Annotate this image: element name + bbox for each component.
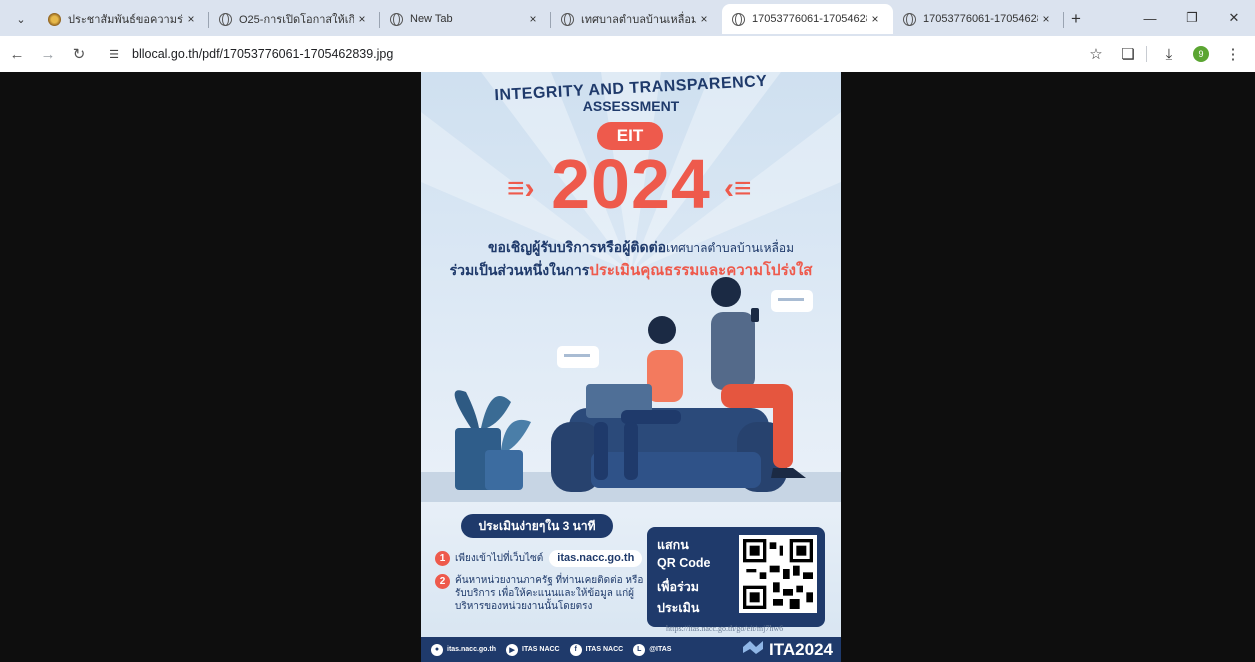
website-pill: itas.nacc.go.th xyxy=(549,550,643,567)
tab-4[interactable]: เทศบาลตำบลบ้านเหลื่อม × xyxy=(551,4,722,34)
youtube-icon: ▶ xyxy=(506,643,519,656)
back-arrow-icon: ← xyxy=(9,45,25,63)
steps-heading: ประเมินง่ายๆใน 3 นาที xyxy=(461,514,613,538)
tab-list: ประชาสัมพันธ์ขอความร่วมมือ × O25-การเปิด… xyxy=(38,4,1088,36)
ita-brand: ITA2024 xyxy=(742,639,833,660)
downloads-button[interactable]: ⤓ xyxy=(1155,40,1183,68)
globe-favicon-icon xyxy=(219,12,232,26)
back-button[interactable]: ← xyxy=(3,40,31,68)
tab-title: เทศบาลตำบลบ้านเหลื่อม xyxy=(581,14,696,26)
step-1: 1 เพียงเข้าไปที่เว็บไซต์ itas.nacc.go.th xyxy=(435,550,643,567)
invite-text: ขอเชิญผู้รับบริการหรือผู้ติดต่อ xyxy=(487,239,667,255)
qr-code-icon xyxy=(739,535,817,613)
forward-button[interactable]: → xyxy=(34,40,62,68)
poster-footer: ● itas.nacc.go.th ▶ ITAS NACC f ITAS NAC… xyxy=(421,637,841,662)
step-text: ค้นหาหน่วยงานภาครัฐ ที่ท่านเคยติดต่อ หรื… xyxy=(455,575,644,612)
minimize-button[interactable]: — xyxy=(1129,0,1171,36)
qr-label-line: เพื่อร่วม xyxy=(657,580,699,594)
tab-title: 17053776061-1705462839 xyxy=(923,13,1038,25)
poster-title-line2: ASSESSMENT xyxy=(582,98,680,114)
reload-button[interactable]: ↻ xyxy=(65,40,93,68)
minimize-icon: — xyxy=(1143,10,1157,26)
new-tab-button[interactable]: + xyxy=(1064,4,1088,34)
browser-menu-button[interactable]: ⋮ xyxy=(1219,40,1247,68)
footer-social-facebook: f ITAS NACC xyxy=(569,643,624,656)
window-controls: — ❐ ✕ xyxy=(1129,0,1255,36)
globe-favicon-icon xyxy=(390,12,403,26)
qr-label-line: QR Code xyxy=(657,556,711,570)
tab-5-active[interactable]: 17053776061-1705462839 × xyxy=(722,4,893,34)
profile-button[interactable]: 9 xyxy=(1187,40,1215,68)
close-icon: ✕ xyxy=(1228,10,1240,25)
qr-url-text: https://itas.nacc.go.th/go/eit/mj7hw6 xyxy=(666,624,784,633)
avatar: 9 xyxy=(1193,46,1209,62)
brand-text: ITA2024 xyxy=(769,639,833,659)
close-icon[interactable]: × xyxy=(525,11,541,27)
footer-social-line: L @ITAS xyxy=(633,643,672,656)
toolbar-actions: ☆ ❏ ⤓ 9 ⋮ xyxy=(1078,40,1247,68)
footer-social-label: ITAS NACC xyxy=(585,646,624,653)
chevron-down-icon: ⌄ xyxy=(16,13,26,26)
restore-button[interactable]: ❐ xyxy=(1171,0,1213,36)
footer-social-label: itas.nacc.go.th xyxy=(447,646,497,653)
url-text[interactable]: bllocal.go.th/pdf/17053776061-1705462839… xyxy=(132,47,393,61)
image-viewer: INTEGRITY AND TRANSPARENCY ASSESSMENT EI… xyxy=(0,72,1255,662)
tab-separator xyxy=(1063,12,1064,28)
line-icon: L xyxy=(633,643,646,656)
toolbar-divider xyxy=(1146,46,1147,62)
instructions-panel: ประเมินง่ายๆใน 3 นาที 1 เพียงเข้าไปที่เว… xyxy=(421,502,841,637)
extensions-button[interactable]: ❏ xyxy=(1114,40,1142,68)
illustration-people-on-sofa xyxy=(421,277,841,502)
close-icon[interactable]: × xyxy=(183,11,199,27)
close-window-button[interactable]: ✕ xyxy=(1213,0,1255,36)
tab-6[interactable]: 17053776061-1705462839 × xyxy=(893,4,1064,34)
bookmark-button[interactable]: ☆ xyxy=(1082,40,1110,68)
address-bar[interactable]: ☰ bllocal.go.th/pdf/17053776061-17054628… xyxy=(104,42,1084,66)
step-number: 1 xyxy=(435,551,450,566)
kebab-menu-icon: ⋮ xyxy=(1225,46,1241,63)
footer-social-website: ● itas.nacc.go.th xyxy=(431,643,497,656)
globe-favicon-icon xyxy=(732,12,745,26)
ita-poster-image[interactable]: INTEGRITY AND TRANSPARENCY ASSESSMENT EI… xyxy=(421,72,841,662)
tab-1[interactable]: ประชาสัมพันธ์ขอความร่วมมือ × xyxy=(38,4,209,34)
seal-favicon-icon xyxy=(48,12,61,26)
download-icon: ⤓ xyxy=(1165,45,1173,63)
tab-title: O25-การเปิดโอกาสให้เกิดการมี xyxy=(239,14,354,26)
step-text: เพียงเข้าไปที่เว็บไซต์ xyxy=(455,553,544,564)
footer-social-label: @ITAS xyxy=(649,646,672,653)
forward-arrow-icon: → xyxy=(40,45,56,63)
tab-search-button[interactable]: ⌄ xyxy=(10,8,32,30)
step-2: 2 ค้นหาหน่วยงานภาครัฐ ที่ท่านเคยติดต่อ ห… xyxy=(435,574,645,613)
star-icon: ☆ xyxy=(1089,46,1103,63)
tab-title: 17053776061-1705462839 xyxy=(752,13,867,25)
chevron-left-icon: ‹≡ xyxy=(724,172,752,205)
tab-3[interactable]: New Tab × xyxy=(380,4,551,34)
globe-favicon-icon xyxy=(561,12,574,26)
qr-section: แสกน QR Code เพื่อร่วม ประเมิน xyxy=(647,527,825,627)
footer-social-label: ITAS NACC xyxy=(522,646,560,653)
restore-icon: ❐ xyxy=(1186,10,1198,25)
close-icon[interactable]: × xyxy=(867,11,883,27)
footer-social-youtube: ▶ ITAS NACC xyxy=(506,643,560,656)
browser-toolbar: ← → ↻ ☰ bllocal.go.th/pdf/17053776061-17… xyxy=(0,36,1255,72)
close-icon[interactable]: × xyxy=(696,11,712,27)
puzzle-icon: ❏ xyxy=(1121,46,1135,63)
tab-2[interactable]: O25-การเปิดโอกาสให้เกิดการมี × xyxy=(209,4,380,34)
handshake-icon xyxy=(742,639,764,660)
tab-strip: ⌄ ประชาสัมพันธ์ขอความร่วมมือ × O25-การเป… xyxy=(0,0,1255,36)
step-number: 2 xyxy=(435,574,450,589)
reload-icon: ↻ xyxy=(72,46,86,63)
facebook-icon: f xyxy=(569,643,582,656)
tab-title: New Tab xyxy=(410,13,453,25)
globe-favicon-icon xyxy=(903,12,916,26)
tune-icon[interactable]: ☰ xyxy=(104,44,124,64)
qr-label-line: ประเมิน xyxy=(657,601,700,615)
tab-title: ประชาสัมพันธ์ขอความร่วมมือ xyxy=(68,14,183,26)
qr-label-line: แสกน xyxy=(657,538,689,552)
invite-line-1: ขอเชิญผู้รับบริการหรือผู้ติดต่อเทศบาลตำบ… xyxy=(441,237,841,259)
organization-name: เทศบาลตำบลบ้านเหลื่อม xyxy=(666,241,794,255)
globe-icon: ● xyxy=(431,643,443,656)
close-icon[interactable]: × xyxy=(1038,11,1054,27)
close-icon[interactable]: × xyxy=(354,11,370,27)
